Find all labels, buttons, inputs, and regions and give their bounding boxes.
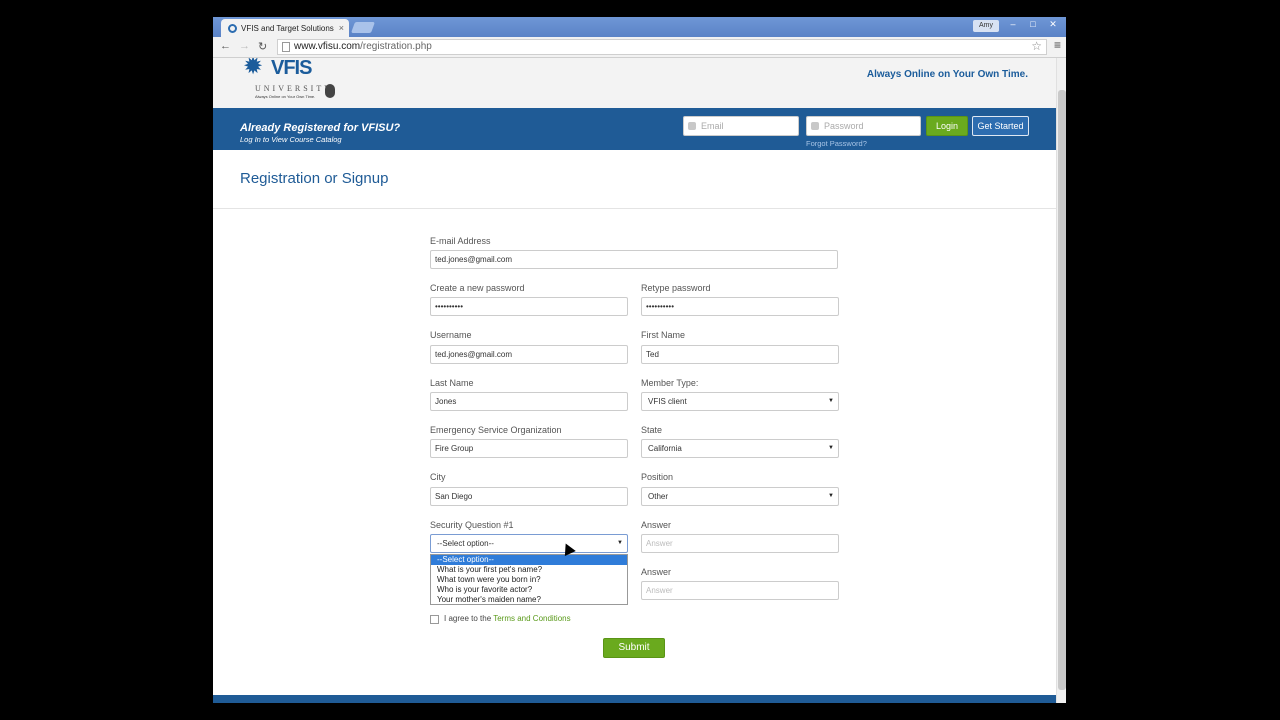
chevron-down-icon: ▼ (828, 493, 834, 499)
state-select[interactable]: California ▼ (641, 439, 839, 458)
chevron-down-icon: ▼ (617, 540, 623, 546)
forgot-password-link[interactable]: Forgot Password? (806, 139, 867, 148)
back-arrow-icon[interactable]: ← (220, 40, 231, 52)
header-tagline: Always Online on Your Own Time. (866, 69, 1028, 80)
security-question-select[interactable]: --Select option-- ▼ (430, 534, 628, 553)
security-question-dropdown: --Select option-- What is your first pet… (430, 554, 628, 605)
page-scrollbar[interactable] (1056, 58, 1066, 703)
last-name-field[interactable]: Jones (430, 392, 628, 411)
logo-tagline: Always Online on Your Own Time. (255, 94, 316, 99)
first-name-field[interactable]: Ted (641, 345, 839, 364)
restore-button[interactable]: □ (1025, 19, 1041, 30)
mouse-icon (325, 84, 335, 98)
already-registered-heading: Already Registered for VFISU? (240, 122, 401, 134)
retype-password-field[interactable]: •••••••••• (641, 297, 839, 316)
browser-menu-icon[interactable]: ≡ (1054, 38, 1061, 52)
answer1-field[interactable]: Answer (641, 534, 839, 553)
tab-close-icon[interactable]: × (339, 23, 344, 33)
retype-password-label: Retype password (641, 283, 711, 293)
url-path: /registration.php (360, 41, 432, 52)
catalog-subtext: Log In to View Course Catalog (240, 135, 342, 144)
browser-window: VFIS and Target Solutions × Amy – □ ✕ ← … (213, 17, 1066, 703)
vfis-logo[interactable]: ✹ VFIS UNIVERSITY Always Online on Your … (243, 58, 343, 104)
profile-button[interactable]: Amy (973, 20, 999, 32)
answer1-label: Answer (641, 520, 672, 530)
page-icon (282, 42, 290, 52)
state-value: California (648, 444, 682, 453)
security-question-value: --Select option-- (437, 539, 494, 548)
security-question-label: Security Question #1 (430, 520, 514, 530)
position-value: Other (648, 492, 669, 501)
dropdown-option[interactable]: --Select option-- (431, 555, 627, 565)
eso-field[interactable]: Fire Group (430, 439, 628, 458)
chevron-down-icon: ▼ (828, 445, 834, 451)
dropdown-option[interactable]: What is your first pet's name? (431, 565, 627, 575)
login-password-placeholder: Password (824, 121, 864, 131)
state-label: State (641, 425, 663, 435)
divider (213, 208, 1056, 209)
url-domain: www.vfisu.com (294, 41, 361, 52)
minimize-button[interactable]: – (1005, 19, 1021, 30)
first-name-label: First Name (641, 330, 686, 340)
footer-bar (213, 695, 1056, 703)
answer2-field[interactable]: Answer (641, 581, 839, 600)
bookmark-star-icon[interactable]: ☆ (1031, 39, 1042, 53)
site-favicon-icon (228, 23, 237, 33)
answer2-label: Answer (641, 567, 672, 577)
terms-prefix: I agree to the (444, 614, 492, 623)
scrollbar-thumb[interactable] (1058, 90, 1066, 690)
reload-icon[interactable]: ↻ (258, 40, 267, 53)
logo-brand: VFIS (271, 58, 312, 79)
last-name-label: Last Name (430, 378, 474, 388)
login-bar: Already Registered for VFISU? Log In to … (213, 108, 1056, 150)
page-title: Registration or Signup (240, 170, 389, 187)
terms-checkbox[interactable] (430, 615, 439, 624)
dropdown-option[interactable]: Who is your favorite actor? (431, 585, 627, 595)
window-controls: – □ ✕ (1005, 19, 1061, 30)
site-header: ✹ VFIS UNIVERSITY Always Online on Your … (213, 58, 1056, 108)
password-field[interactable]: •••••••••• (430, 297, 628, 316)
chevron-down-icon: ▼ (828, 398, 834, 404)
new-tab-button[interactable] (350, 22, 376, 33)
eso-label: Emergency Service Organization (430, 425, 562, 435)
username-label: Username (430, 330, 472, 340)
logo-university: UNIVERSITY (255, 84, 333, 93)
user-icon (688, 122, 696, 130)
close-window-button[interactable]: ✕ (1045, 19, 1061, 30)
login-button[interactable]: Login (926, 116, 968, 136)
get-started-button[interactable]: Get Started (972, 116, 1029, 136)
email-label: E-mail Address (430, 236, 491, 246)
position-label: Position (641, 472, 674, 482)
member-type-value: VFIS client (648, 397, 687, 406)
username-field[interactable]: ted.jones@gmail.com (430, 345, 628, 364)
login-email-placeholder: Email (701, 121, 724, 131)
city-label: City (430, 472, 446, 482)
page-viewport: ✹ VFIS UNIVERSITY Always Online on Your … (213, 58, 1056, 703)
terms-link[interactable]: Terms and Conditions (493, 614, 570, 623)
member-type-select[interactable]: VFIS client ▼ (641, 392, 839, 411)
forward-arrow-icon[interactable]: → (239, 40, 250, 52)
terms-label: I agree to the Terms and Conditions (444, 614, 571, 623)
address-bar[interactable]: www.vfisu.com/registration.php (277, 39, 1047, 55)
email-field[interactable]: ted.jones@gmail.com (430, 250, 838, 269)
browser-toolbar: ← → ↻ www.vfisu.com/registration.php ☆ ≡ (213, 37, 1066, 58)
title-bar: VFIS and Target Solutions × Amy – □ ✕ (213, 17, 1066, 37)
lock-icon (811, 122, 819, 130)
gear-icon: ✹ (243, 58, 264, 80)
dropdown-option[interactable]: Your mother's maiden name? (431, 595, 627, 605)
position-select[interactable]: Other ▼ (641, 487, 839, 506)
login-email-input[interactable]: Email (683, 116, 799, 136)
member-type-label: Member Type: (641, 378, 699, 388)
password-label: Create a new password (430, 283, 525, 293)
tab-title: VFIS and Target Solutions (241, 23, 334, 33)
city-field[interactable]: San Diego (430, 487, 628, 506)
submit-button[interactable]: Submit (603, 638, 665, 658)
dropdown-option[interactable]: What town were you born in? (431, 575, 627, 585)
login-password-input[interactable]: Password (806, 116, 921, 136)
browser-tab[interactable]: VFIS and Target Solutions × (221, 19, 349, 37)
